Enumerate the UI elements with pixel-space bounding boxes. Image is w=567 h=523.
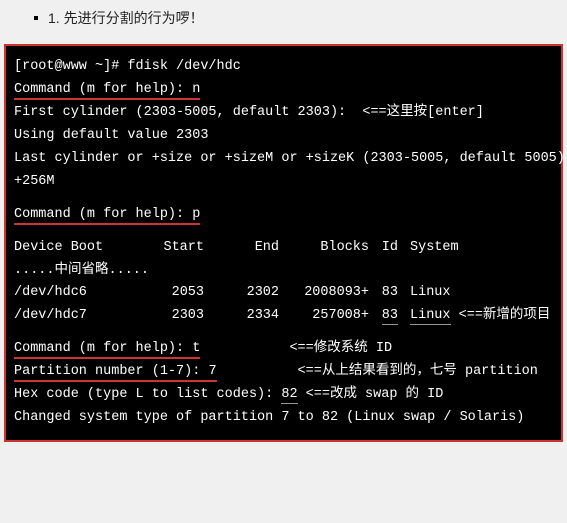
- hdr-device: Device Boot: [14, 237, 129, 260]
- r1-device: /dev/hdc6: [14, 282, 129, 305]
- bullet-icon: [34, 16, 38, 20]
- blank-line: [14, 328, 553, 338]
- r2-id: 83: [369, 305, 404, 328]
- cmd2-label: Command (m for help):: [14, 207, 192, 222]
- cmd1-label: Command (m for help):: [14, 82, 192, 97]
- bullet-item: 1. 先进行分割的行为啰！: [16, 8, 551, 28]
- cmd1-input: n: [192, 82, 200, 97]
- blank-line: [14, 227, 553, 237]
- table-header: Device Boot Start End Blocks Id System: [14, 237, 553, 260]
- partnum-note: <==从上结果看到的，七号 partition: [217, 364, 538, 379]
- terminal-window: [root@www ~]# fdisk /dev/hdc Command (m …: [4, 44, 563, 442]
- cmd3-note: <==修改系统 ID: [200, 341, 392, 356]
- r1-system: Linux: [404, 282, 451, 305]
- hdr-blocks: Blocks: [279, 237, 369, 260]
- last-cylinder-line-1: Last cylinder or +size or +sizeM or +siz…: [14, 148, 553, 171]
- last-cylinder-line-2: +256M: [14, 171, 553, 194]
- partnum-input: 7: [208, 364, 216, 379]
- table-row: /dev/hdc7 2303 2334 257008+ 83 Linux <==…: [14, 305, 553, 328]
- command-line-p: Command (m for help): p: [14, 204, 553, 227]
- partnum-label: Partition number (1-7):: [14, 364, 208, 379]
- hex-input: 82: [281, 387, 297, 404]
- command-line-t: Command (m for help): t <==修改系统 ID: [14, 338, 553, 361]
- r1-blocks: 2008093+: [279, 282, 369, 305]
- changed-line: Changed system type of partition 7 to 82…: [14, 407, 553, 430]
- r1-start: 2053: [129, 282, 204, 305]
- hdr-start: Start: [129, 237, 204, 260]
- blank-line: [14, 194, 553, 204]
- r2-end: 2334: [204, 305, 279, 328]
- r2-device: /dev/hdc7: [14, 305, 129, 328]
- table-row: /dev/hdc6 2053 2302 2008093+ 83 Linux: [14, 282, 553, 305]
- command-line-n: Command (m for help): n: [14, 79, 553, 102]
- hex-code-line: Hex code (type L to list codes): 82 <==改…: [14, 384, 553, 407]
- hdr-id: Id: [369, 237, 404, 260]
- intro-section: 1. 先进行分割的行为啰！: [0, 0, 567, 36]
- hdr-end: End: [204, 237, 279, 260]
- r2-blocks: 257008+: [279, 305, 369, 328]
- prompt-line: [root@www ~]# fdisk /dev/hdc: [14, 56, 553, 79]
- hex-note: <==改成 swap 的 ID: [298, 387, 444, 402]
- r2-note: <==新增的项目: [451, 308, 551, 323]
- cmd2-input: p: [192, 207, 200, 222]
- hdr-system: System: [404, 237, 459, 260]
- first-cylinder-line: First cylinder (2303-5005, default 2303)…: [14, 102, 553, 125]
- bullet-text: 1. 先进行分割的行为啰！: [48, 8, 204, 28]
- r2-start: 2303: [129, 305, 204, 328]
- partition-number-line: Partition number (1-7): 7 <==从上结果看到的，七号 …: [14, 361, 553, 384]
- r2-system: Linux <==新增的项目: [404, 305, 550, 328]
- r1-id: 83: [369, 282, 404, 305]
- omit-line: .....中间省略.....: [14, 260, 553, 283]
- hex-label: Hex code (type L to list codes):: [14, 387, 281, 402]
- cmd3-label: Command (m for help):: [14, 341, 192, 356]
- r1-end: 2302: [204, 282, 279, 305]
- using-default-line: Using default value 2303: [14, 125, 553, 148]
